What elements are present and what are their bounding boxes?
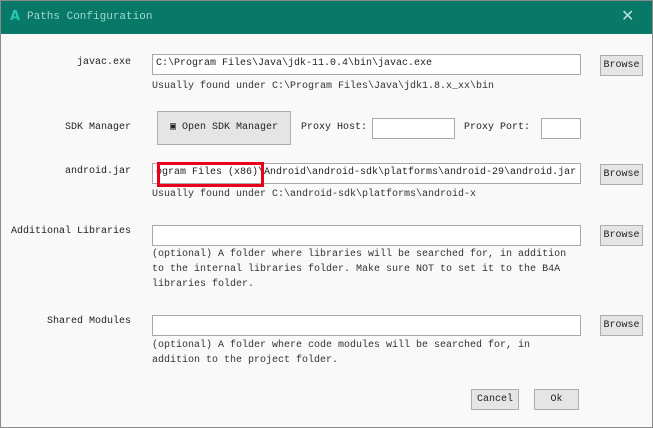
b4a-logo-icon: A xyxy=(10,9,21,24)
sdk-manager-label: SDK Manager xyxy=(64,122,131,133)
hint-line: libraries folder. xyxy=(152,279,255,290)
ok-button[interactable]: Ok xyxy=(534,389,579,410)
highlight-box xyxy=(157,162,264,187)
android-jar-hint: Usually found under C:\android-sdk\platf… xyxy=(152,189,477,200)
proxy-host-input[interactable] xyxy=(372,118,455,139)
close-icon[interactable]: ✕ xyxy=(621,6,634,25)
additional-libraries-input[interactable] xyxy=(152,225,581,246)
paths-configuration-dialog: A Paths Configuration ✕ javac.exe C:\Pro… xyxy=(0,0,653,428)
javac-path-input[interactable]: C:\Program Files\Java\jdk-11.0.4\bin\jav… xyxy=(152,54,581,75)
proxy-host-label: Proxy Host: xyxy=(301,122,368,133)
toolbox-icon: ▣ xyxy=(169,122,176,133)
javac-hint: Usually found under C:\Program Files\Jav… xyxy=(152,81,495,92)
hint-line: (optional) A folder where code modules w… xyxy=(152,340,531,351)
javac-browse-button[interactable]: Browse xyxy=(600,55,643,76)
android-jar-label: android.jar xyxy=(64,166,131,177)
cancel-button[interactable]: Cancel xyxy=(471,389,519,410)
proxy-port-input[interactable] xyxy=(541,118,581,139)
hint-line: addition to the project folder. xyxy=(152,355,339,366)
open-sdk-manager-button[interactable]: ▣ Open SDK Manager xyxy=(157,111,291,145)
additional-libraries-label: Additional Libraries xyxy=(11,226,132,237)
javac-label: javac.exe xyxy=(76,57,131,68)
open-sdk-manager-label: Open SDK Manager xyxy=(182,122,279,133)
hint-line: to the internal libraries folder. Make s… xyxy=(152,264,561,275)
title-bar: A Paths Configuration ✕ xyxy=(1,1,652,34)
additional-libraries-hint: (optional) A folder where libraries will… xyxy=(152,247,566,292)
shared-modules-browse-button[interactable]: Browse xyxy=(600,315,643,336)
window-title: Paths Configuration xyxy=(27,11,153,23)
shared-modules-input[interactable] xyxy=(152,315,581,336)
android-jar-browse-button[interactable]: Browse xyxy=(600,164,643,185)
hint-line: (optional) A folder where libraries will… xyxy=(152,249,567,260)
additional-libraries-browse-button[interactable]: Browse xyxy=(600,225,643,246)
shared-modules-label: Shared Modules xyxy=(46,316,131,327)
proxy-port-label: Proxy Port: xyxy=(464,122,531,133)
shared-modules-hint: (optional) A folder where code modules w… xyxy=(152,338,530,368)
